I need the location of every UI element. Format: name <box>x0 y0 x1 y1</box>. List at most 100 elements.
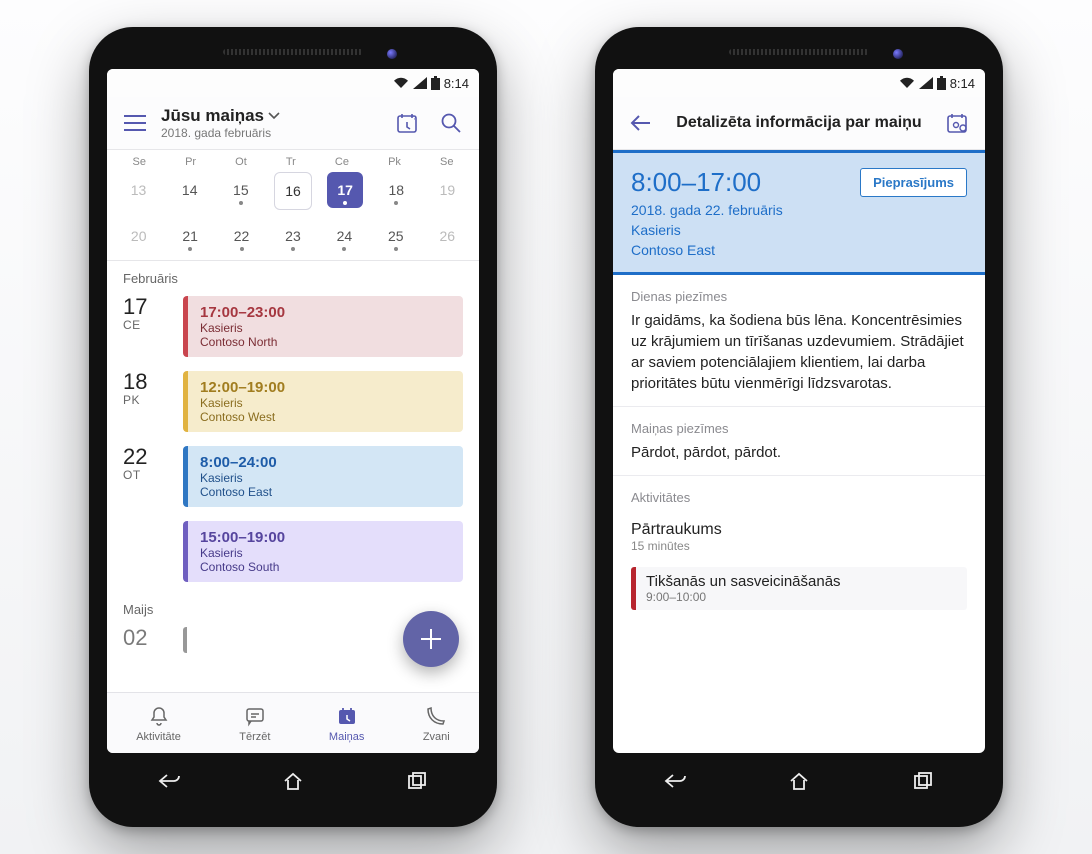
shift-entry: 15:00–19:00 Kasieris Contoso South <box>107 517 479 592</box>
calendar-row-2: 20 21 22 23 24 25 26 <box>107 216 479 261</box>
shift-role: Kasieris <box>200 546 451 560</box>
dow: Pk <box>388 156 401 168</box>
cal-day[interactable]: 19 <box>429 172 465 208</box>
add-shift-fab[interactable] <box>403 611 459 667</box>
dow: Tr <box>286 156 296 168</box>
cal-day[interactable]: 18 <box>378 172 414 208</box>
activity-card-time: 9:00–10:00 <box>646 590 957 604</box>
day-notes-body: Ir gaidāms, ka šodiena būs lēna. Koncent… <box>613 310 985 407</box>
tab-activity[interactable]: Aktivitāte <box>136 703 181 743</box>
shift-role: Kasieris <box>200 321 451 335</box>
menu-button[interactable] <box>117 105 153 141</box>
camera-dot <box>893 49 903 59</box>
shift-entry: 18 PK 12:00–19:00 Kasieris Contoso West <box>107 367 479 442</box>
shift-time: 17:00–23:00 <box>200 304 451 321</box>
phone-left: 8:14 Jūsu maiņas 2018. gada februāris ? <box>89 27 497 827</box>
timeclock-icon[interactable]: ? <box>389 105 425 141</box>
cal-day[interactable]: 21 <box>172 218 208 254</box>
nav-back-icon[interactable] <box>149 761 189 801</box>
shift-card[interactable]: 8:00–24:00 Kasieris Contoso East <box>183 446 463 507</box>
shift-notes-body: Pārdot, pārdot, pārdot. <box>613 442 985 476</box>
signal-icon <box>413 77 427 89</box>
request-button[interactable]: Pieprasījums <box>860 168 967 197</box>
header-details-title: Detalizēta informācija par maiņu <box>667 114 931 132</box>
activity-card-title: Tikšanās un sasveicināšanās <box>646 573 957 590</box>
header-details: Detalizēta informācija par maiņu <box>613 97 985 150</box>
phone-icon <box>423 703 449 729</box>
dow: Ce <box>335 156 349 168</box>
shift-card[interactable]: 12:00–19:00 Kasieris Contoso West <box>183 371 463 432</box>
entry-date: 22 OT <box>123 446 171 482</box>
back-button[interactable] <box>623 105 659 141</box>
break-duration: 15 minūtes <box>613 539 985 563</box>
header-title: Jūsu maiņas <box>161 106 264 126</box>
shift-entry: 22 OT 8:00–24:00 Kasieris Contoso East <box>107 442 479 517</box>
dow: Se <box>133 156 146 168</box>
cal-day[interactable]: 13 <box>121 172 157 208</box>
status-bar: 8:14 <box>613 69 985 97</box>
cal-day[interactable]: 14 <box>172 172 208 208</box>
shift-location: Contoso West <box>200 410 451 424</box>
tab-label: Maiņas <box>329 731 364 743</box>
shift-location: Contoso South <box>200 560 451 574</box>
cal-day[interactable]: 15 <box>223 172 259 208</box>
android-nav <box>613 753 985 809</box>
cal-day[interactable]: 23 <box>275 218 311 254</box>
tab-chat[interactable]: Tērzēt <box>239 703 270 743</box>
shift-entry: 17 CE 17:00–23:00 Kasieris Contoso North <box>107 292 479 367</box>
cal-day-today[interactable]: 16 <box>274 172 312 210</box>
cal-day[interactable]: 25 <box>378 218 414 254</box>
header-title-block[interactable]: Jūsu maiņas 2018. gada februāris <box>161 106 381 140</box>
tab-label: Zvani <box>423 731 450 743</box>
battery-icon <box>937 76 946 90</box>
android-nav <box>107 753 479 809</box>
status-time: 8:14 <box>950 76 975 91</box>
shifts-icon <box>334 703 360 729</box>
shift-time: 12:00–19:00 <box>200 379 451 396</box>
hero-date: 2018. gada 22. februāris <box>631 202 967 218</box>
shift-card[interactable]: 17:00–23:00 Kasieris Contoso North <box>183 296 463 357</box>
cal-day-selected[interactable]: 17 <box>327 172 363 208</box>
nav-home-icon[interactable] <box>779 761 819 801</box>
screen-shift-details: 8:14 Detalizēta informācija par maiņu 8:… <box>613 69 985 753</box>
shift-notes-label: Maiņas piezīmes <box>613 407 985 442</box>
chat-icon <box>242 703 268 729</box>
nav-recents-icon[interactable] <box>903 761 943 801</box>
cal-day[interactable]: 22 <box>224 218 260 254</box>
shift-role: Kasieris <box>200 471 451 485</box>
shift-hero: 8:00–17:00 Pieprasījums 2018. gada 22. f… <box>613 150 985 275</box>
shift-location: Contoso East <box>200 485 451 499</box>
break-title: Pārtraukums <box>613 511 985 539</box>
activities-label: Aktivitātes <box>613 476 985 511</box>
cal-day[interactable]: 20 <box>121 218 157 254</box>
cal-day[interactable]: 26 <box>429 218 465 254</box>
header: Jūsu maiņas 2018. gada februāris ? <box>107 97 479 150</box>
status-time: 8:14 <box>444 76 469 91</box>
day-notes-label: Dienas piezīmes <box>613 275 985 310</box>
signal-icon <box>919 77 933 89</box>
tab-calls[interactable]: Zvani <box>423 703 450 743</box>
month-label: Februāris <box>107 261 479 292</box>
battery-icon <box>431 76 440 90</box>
hero-time: 8:00–17:00 <box>631 167 761 198</box>
phone-right: 8:14 Detalizēta informācija par maiņu 8:… <box>595 27 1003 827</box>
nav-back-icon[interactable] <box>655 761 695 801</box>
search-icon[interactable] <box>433 105 469 141</box>
plus-icon <box>418 626 444 652</box>
shift-location: Contoso North <box>200 335 451 349</box>
bell-icon <box>146 703 172 729</box>
calendar-row-1: 13 14 15 16 17 18 19 <box>107 170 479 216</box>
nav-home-icon[interactable] <box>273 761 313 801</box>
nav-recents-icon[interactable] <box>397 761 437 801</box>
speaker-grille <box>223 49 363 55</box>
status-bar: 8:14 <box>107 69 479 97</box>
wifi-icon <box>899 77 915 89</box>
shift-card[interactable]: 15:00–19:00 Kasieris Contoso South <box>183 521 463 582</box>
tab-label: Tērzēt <box>239 731 270 743</box>
tab-shifts[interactable]: Maiņas <box>329 703 364 743</box>
shift-time: 8:00–24:00 <box>200 454 451 471</box>
dow: Pr <box>185 156 196 168</box>
activity-card[interactable]: Tikšanās un sasveicināšanās 9:00–10:00 <box>631 567 967 610</box>
timeclock-icon[interactable] <box>939 105 975 141</box>
cal-day[interactable]: 24 <box>326 218 362 254</box>
